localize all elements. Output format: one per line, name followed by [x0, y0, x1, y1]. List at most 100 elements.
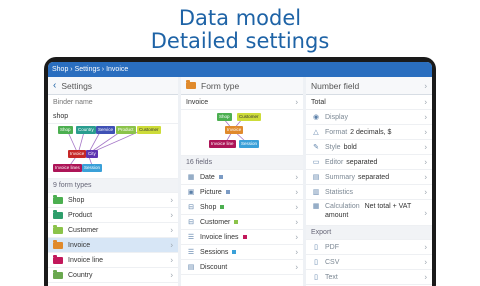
calculation-row[interactable]: ▦ Calculation Net total + VAT amount › [306, 200, 432, 226]
folder-icon [186, 80, 196, 89]
field-item[interactable]: ▣ Picture › [181, 185, 303, 200]
form-type-item[interactable]: Invoice line › [48, 253, 178, 268]
number-field-column: Number field › Total › ◉ Display › △ For… [306, 77, 432, 286]
form-type-label: Invoice line [68, 256, 104, 264]
folder-icon [53, 209, 63, 219]
field-item[interactable]: ☰ Invoice lines › [181, 230, 303, 245]
chevron-right-icon: › [295, 217, 298, 227]
chevron-right-icon: › [295, 187, 298, 197]
diagram-node-city[interactable]: City [86, 150, 98, 158]
diagram-node-customer[interactable]: Customer [137, 126, 161, 134]
binder-name-label: Binder name [53, 98, 93, 106]
number-field-title: Number field [311, 80, 360, 91]
folder-icon [53, 254, 63, 264]
editor-label: Editor [325, 158, 344, 166]
diagram-node-country[interactable]: Country [76, 126, 96, 134]
form-node-invoice-line[interactable]: Invoice line [209, 140, 236, 148]
form-type-label: Invoice [68, 241, 91, 249]
export-pdf-row[interactable]: ▯ PDF › [306, 240, 432, 255]
field-label: Customer [200, 218, 231, 226]
diagram-node-session[interactable]: Session [82, 164, 103, 172]
chevron-right-icon: › [424, 127, 427, 137]
list-icon: ☰ [187, 234, 195, 241]
form-type-item[interactable]: Invoice › [48, 238, 178, 253]
binder-name-value: shop [53, 112, 69, 120]
form-node-shop[interactable]: Shop [217, 113, 232, 121]
form-types-header: 9 form types [48, 179, 178, 193]
statistics-label: Statistics [325, 188, 354, 196]
form-node-session[interactable]: Session [239, 140, 260, 148]
style-row[interactable]: ✎ Style bold › [306, 140, 432, 155]
editor-row[interactable]: ▭ Editor separated › [306, 155, 432, 170]
field-name-row[interactable]: Total › [306, 95, 432, 110]
chevron-right-icon: › [424, 257, 427, 267]
color-marker-icon [234, 220, 239, 224]
fields-header: 16 fields [181, 156, 303, 170]
diagram-node-shop[interactable]: Shop [58, 126, 73, 134]
statistics-row[interactable]: ▥ Statistics › [306, 185, 432, 200]
number-field-header[interactable]: Number field › [306, 77, 432, 95]
field-item[interactable]: ⊟ Customer › [181, 215, 303, 230]
back-chevron-icon[interactable]: ‹ [53, 80, 56, 91]
form-type-label: Customer [68, 226, 99, 234]
chevron-right-icon: › [295, 232, 298, 242]
link-icon: ⊟ [188, 204, 194, 211]
form-type-item[interactable]: Customer › [48, 223, 178, 238]
field-item[interactable]: ▦ Date › [181, 170, 303, 185]
form-type-item[interactable]: Product › [48, 208, 178, 223]
summary-row[interactable]: ▤ Summary separated › [306, 170, 432, 185]
text-file-icon: ▯ [314, 274, 318, 281]
format-value: 2 decimals, $ [350, 128, 392, 136]
field-label: Sessions [200, 248, 229, 256]
export-text-row[interactable]: ▯ Text › [306, 270, 432, 285]
chevron-right-icon: › [295, 172, 298, 182]
binder-name-field[interactable]: shop [48, 109, 178, 124]
chevron-right-icon: › [170, 210, 173, 220]
image-icon: ▣ [187, 189, 195, 196]
chevron-right-icon: › [424, 172, 427, 182]
field-label: Invoice lines [200, 233, 239, 241]
chevron-right-icon: › [424, 187, 427, 197]
form-name-row[interactable]: Invoice › [181, 95, 303, 110]
diagram-node-service[interactable]: Service [96, 126, 116, 134]
field-item[interactable]: ☰ Sessions › [181, 245, 303, 260]
export-header: Export [306, 226, 432, 240]
chevron-right-icon: › [295, 97, 298, 107]
chevron-right-icon: › [295, 247, 298, 257]
form-type-item[interactable]: Country › [48, 268, 178, 283]
chevron-right-icon: › [424, 242, 427, 252]
data-model-diagram[interactable]: Shop Country Service Product Customer In… [48, 124, 178, 179]
app-screen: Shop › Settings › Invoice ‹ Settings Bin… [48, 62, 432, 286]
editor-value: separated [346, 158, 378, 166]
chevron-right-icon: › [170, 270, 173, 280]
export-pdf-label: PDF [325, 243, 339, 251]
field-item[interactable]: ▤ Discount › [181, 260, 303, 275]
diagram-node-product[interactable]: Product [116, 126, 136, 134]
form-type-item[interactable]: Shop › [48, 193, 178, 208]
settings-title: Settings [61, 80, 93, 91]
format-row[interactable]: △ Format 2 decimals, $ › [306, 125, 432, 140]
export-text-label: Text [325, 273, 338, 281]
diagram-node-invoice-lines[interactable]: Invoice lines [53, 164, 82, 172]
color-marker-icon [225, 190, 230, 194]
folder-icon [53, 269, 63, 279]
form-diagram[interactable]: Shop Customer Invoice Invoice line Sessi… [181, 110, 303, 156]
settings-header[interactable]: ‹ Settings [48, 77, 178, 95]
form-node-customer[interactable]: Customer [237, 113, 261, 121]
field-item[interactable]: ⊟ Shop › [181, 200, 303, 215]
brush-icon: ✎ [313, 144, 319, 151]
headline-line1: Data model [178, 6, 302, 30]
form-node-invoice[interactable]: Invoice [225, 126, 244, 134]
field-label: Date [200, 173, 215, 181]
chevron-right-icon: › [424, 272, 427, 282]
form-type-label: Product [68, 211, 93, 219]
export-csv-row[interactable]: ▯ CSV › [306, 255, 432, 270]
diagram-node-invoice[interactable]: Invoice [68, 150, 87, 158]
display-label: Display [325, 113, 348, 121]
chevron-right-icon: › [424, 208, 427, 217]
settings-column: ‹ Settings Binder name shop Shop Country… [48, 77, 178, 286]
form-type-header[interactable]: Form type [181, 77, 303, 95]
form-type-title: Form type [201, 80, 240, 91]
color-marker-icon [218, 175, 223, 179]
display-row[interactable]: ◉ Display › [306, 110, 432, 125]
